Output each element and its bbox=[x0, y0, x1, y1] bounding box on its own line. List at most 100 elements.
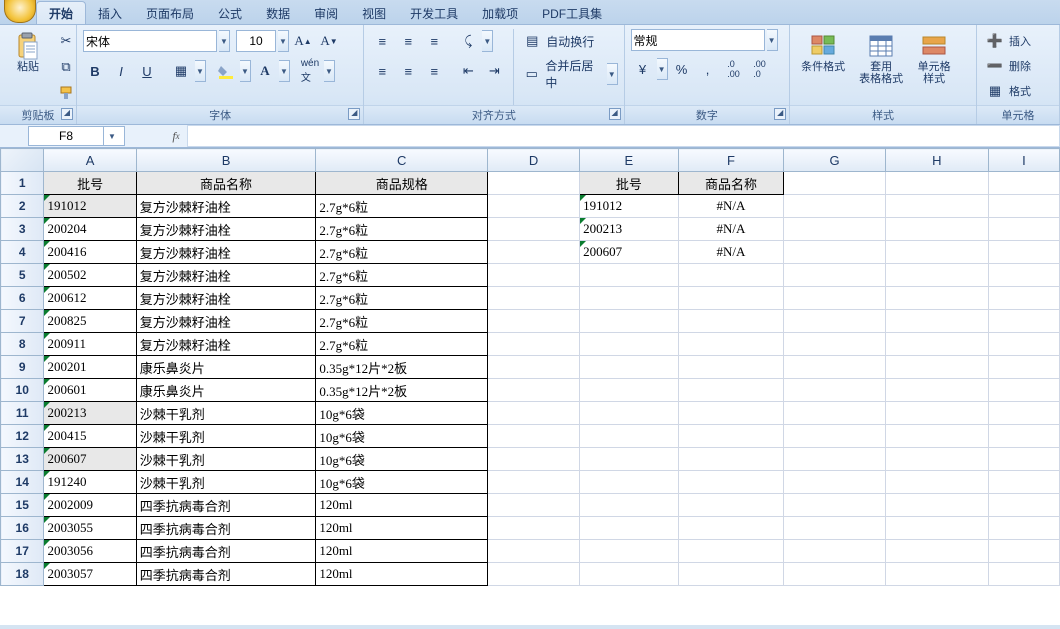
cell-F7[interactable] bbox=[678, 310, 784, 333]
chevron-down-icon[interactable]: ▼ bbox=[657, 58, 668, 80]
cell-E11[interactable] bbox=[580, 402, 678, 425]
row-header-16[interactable]: 16 bbox=[1, 517, 44, 540]
cell-G3[interactable] bbox=[784, 218, 885, 241]
cell-I10[interactable] bbox=[988, 379, 1059, 402]
cell-A7[interactable]: 200825 bbox=[44, 310, 136, 333]
cell-E7[interactable] bbox=[580, 310, 678, 333]
cell-G14[interactable] bbox=[784, 471, 885, 494]
office-button[interactable] bbox=[4, 0, 36, 23]
fx-icon[interactable]: fx bbox=[165, 125, 188, 147]
cell-I3[interactable] bbox=[988, 218, 1059, 241]
cell-D12[interactable] bbox=[488, 425, 580, 448]
cell-C12[interactable]: 10g*6袋 bbox=[316, 425, 488, 448]
cell-H8[interactable] bbox=[885, 333, 988, 356]
cell-A6[interactable]: 200612 bbox=[44, 287, 136, 310]
dialog-launcher-icon[interactable]: ◢ bbox=[774, 108, 786, 120]
col-header-H[interactable]: H bbox=[885, 149, 988, 172]
cell-D11[interactable] bbox=[488, 402, 580, 425]
col-header-G[interactable]: G bbox=[784, 149, 885, 172]
cell-C4[interactable]: 2.7g*6粒 bbox=[316, 241, 488, 264]
cell-A4[interactable]: 200416 bbox=[44, 241, 136, 264]
cell-D8[interactable] bbox=[488, 333, 580, 356]
cell-A10[interactable]: 200601 bbox=[44, 379, 136, 402]
cell-D4[interactable] bbox=[488, 241, 580, 264]
tab-6[interactable]: 视图 bbox=[350, 2, 398, 24]
cell-B9[interactable]: 康乐鼻炎片 bbox=[136, 356, 316, 379]
cell-C14[interactable]: 10g*6袋 bbox=[316, 471, 488, 494]
cell-C2[interactable]: 2.7g*6粒 bbox=[316, 195, 488, 218]
cell-H6[interactable] bbox=[885, 287, 988, 310]
tab-8[interactable]: 加载项 bbox=[470, 2, 530, 24]
cell-F16[interactable] bbox=[678, 517, 784, 540]
underline-button[interactable]: U bbox=[135, 59, 159, 83]
col-header-D[interactable]: D bbox=[488, 149, 580, 172]
cell-A17[interactable]: 2003056 bbox=[44, 540, 136, 563]
tab-7[interactable]: 开发工具 bbox=[398, 2, 470, 24]
chevron-down-icon[interactable]: ▼ bbox=[482, 30, 493, 52]
cell-I14[interactable] bbox=[988, 471, 1059, 494]
formula-input[interactable] bbox=[188, 125, 1060, 147]
cell-G11[interactable] bbox=[784, 402, 885, 425]
row-header-6[interactable]: 6 bbox=[1, 287, 44, 310]
cell-G13[interactable] bbox=[784, 448, 885, 471]
cell-C5[interactable]: 2.7g*6粒 bbox=[316, 264, 488, 287]
cell-D5[interactable] bbox=[488, 264, 580, 287]
cell-D1[interactable] bbox=[488, 172, 580, 195]
cell-G5[interactable] bbox=[784, 264, 885, 287]
cell-B17[interactable]: 四季抗病毒合剂 bbox=[136, 540, 316, 563]
copy-button[interactable]: ⧉ bbox=[54, 55, 78, 79]
cell-E14[interactable] bbox=[580, 471, 678, 494]
cell-H1[interactable] bbox=[885, 172, 988, 195]
cell-A9[interactable]: 200201 bbox=[44, 356, 136, 379]
cell-C3[interactable]: 2.7g*6粒 bbox=[316, 218, 488, 241]
merge-center-button[interactable]: 合并后居中 bbox=[545, 57, 603, 91]
conditional-format-button[interactable]: 条件格式 bbox=[796, 29, 850, 76]
cell-E5[interactable] bbox=[580, 264, 678, 287]
cell-D13[interactable] bbox=[488, 448, 580, 471]
tab-9[interactable]: PDF工具集 bbox=[530, 2, 614, 24]
cell-H7[interactable] bbox=[885, 310, 988, 333]
align-left-button[interactable]: ≡ bbox=[370, 59, 394, 83]
chevron-down-icon[interactable]: ▼ bbox=[767, 29, 778, 51]
increase-indent-button[interactable]: ⇥ bbox=[482, 59, 506, 83]
orientation-button[interactable]: ⤹ bbox=[456, 29, 480, 53]
cell-D6[interactable] bbox=[488, 287, 580, 310]
cell-B5[interactable]: 复方沙棘籽油栓 bbox=[136, 264, 316, 287]
cell-A18[interactable]: 2003057 bbox=[44, 563, 136, 586]
cell-G12[interactable] bbox=[784, 425, 885, 448]
format-painter-button[interactable] bbox=[54, 81, 78, 105]
dialog-launcher-icon[interactable]: ◢ bbox=[61, 108, 73, 120]
chevron-down-icon[interactable]: ▼ bbox=[219, 30, 230, 52]
chevron-down-icon[interactable]: ▼ bbox=[278, 30, 289, 52]
cell-B15[interactable]: 四季抗病毒合剂 bbox=[136, 494, 316, 517]
cell-B1[interactable]: 商品名称 bbox=[136, 172, 316, 195]
italic-button[interactable]: I bbox=[109, 59, 133, 83]
decrease-font-button[interactable]: A▼ bbox=[317, 29, 341, 53]
cell-B6[interactable]: 复方沙棘籽油栓 bbox=[136, 287, 316, 310]
cell-C11[interactable]: 10g*6袋 bbox=[316, 402, 488, 425]
cell-D7[interactable] bbox=[488, 310, 580, 333]
cell-I5[interactable] bbox=[988, 264, 1059, 287]
cell-G8[interactable] bbox=[784, 333, 885, 356]
cell-E3[interactable]: 200213 bbox=[580, 218, 678, 241]
cell-D16[interactable] bbox=[488, 517, 580, 540]
row-header-10[interactable]: 10 bbox=[1, 379, 44, 402]
cell-B3[interactable]: 复方沙棘籽油栓 bbox=[136, 218, 316, 241]
cell-A15[interactable]: 2002009 bbox=[44, 494, 136, 517]
row-header-18[interactable]: 18 bbox=[1, 563, 44, 586]
increase-decimal-button[interactable]: .0.00 bbox=[722, 57, 746, 81]
col-header-B[interactable]: B bbox=[136, 149, 316, 172]
row-header-4[interactable]: 4 bbox=[1, 241, 44, 264]
tab-5[interactable]: 审阅 bbox=[302, 2, 350, 24]
cell-C1[interactable]: 商品规格 bbox=[316, 172, 488, 195]
cell-E17[interactable] bbox=[580, 540, 678, 563]
cell-G15[interactable] bbox=[784, 494, 885, 517]
cell-F5[interactable] bbox=[678, 264, 784, 287]
cell-H14[interactable] bbox=[885, 471, 988, 494]
cell-F12[interactable] bbox=[678, 425, 784, 448]
format-cells-button[interactable]: ▦ bbox=[983, 79, 1007, 103]
cell-C9[interactable]: 0.35g*12片*2板 bbox=[316, 356, 488, 379]
decrease-decimal-button[interactable]: .00.0 bbox=[748, 57, 772, 81]
cell-H9[interactable] bbox=[885, 356, 988, 379]
increase-font-button[interactable]: A▲ bbox=[291, 29, 315, 53]
